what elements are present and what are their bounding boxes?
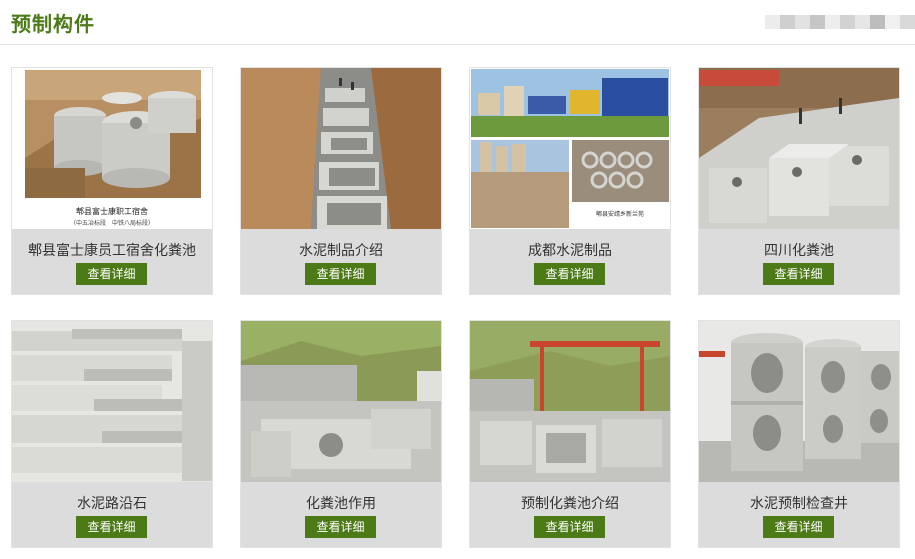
page-title: 预制构件 xyxy=(11,12,95,36)
product-card[interactable]: 四川化粪池 查看详细 xyxy=(698,67,900,295)
photo-subcaption: （中五冶标段 中铁八局标段） xyxy=(70,219,154,227)
product-card[interactable]: 郫县富士康职工宿舍 （中五冶标段 中铁八局标段） 郫县富士康员工宿舍化粪池 查看… xyxy=(11,67,213,295)
product-name[interactable]: 水泥预制检查井 xyxy=(699,493,899,513)
product-card[interactable]: 郫县安靖乡新兰苑 成都水泥制品 查看详细 xyxy=(469,67,671,295)
product-image[interactable] xyxy=(12,321,212,482)
strip-tile xyxy=(810,15,825,29)
product-card[interactable]: 预制化粪池介绍 查看详细 xyxy=(469,320,671,548)
product-card[interactable]: 化粪池作用 查看详细 xyxy=(240,320,442,548)
product-image[interactable] xyxy=(699,68,899,229)
product-image[interactable]: 郫县富士康职工宿舍 （中五冶标段 中铁八局标段） xyxy=(12,68,212,229)
product-name[interactable]: 预制化粪池介绍 xyxy=(470,493,670,513)
photo-caption: 郫县安靖乡新兰苑 xyxy=(596,210,644,218)
section-header: 预制构件 xyxy=(0,0,915,45)
product-name[interactable]: 化粪池作用 xyxy=(241,493,441,513)
product-card[interactable]: 水泥预制检查井 查看详细 xyxy=(698,320,900,548)
strip-tile xyxy=(780,15,795,29)
product-name[interactable]: 水泥制品介绍 xyxy=(241,240,441,260)
photo-caption: 郫县富士康职工宿舍 xyxy=(76,206,148,216)
decorative-pixel-strip xyxy=(765,15,915,29)
strip-tile xyxy=(885,15,900,29)
strip-tile xyxy=(870,15,885,29)
strip-tile xyxy=(855,15,870,29)
product-image[interactable] xyxy=(241,321,441,482)
product-card[interactable]: 水泥路沿石 查看详细 xyxy=(11,320,213,548)
strip-tile xyxy=(900,15,915,29)
strip-tile xyxy=(825,15,840,29)
product-name[interactable]: 郫县富士康员工宿舍化粪池 xyxy=(12,240,212,260)
view-details-button[interactable]: 查看详细 xyxy=(305,263,376,285)
product-name[interactable]: 水泥路沿石 xyxy=(12,493,212,513)
view-details-button[interactable]: 查看详细 xyxy=(763,263,834,285)
view-details-button[interactable]: 查看详细 xyxy=(76,516,147,538)
product-name[interactable]: 四川化粪池 xyxy=(699,240,899,260)
product-image[interactable]: 郫县安靖乡新兰苑 xyxy=(470,68,670,229)
view-details-button[interactable]: 查看详细 xyxy=(534,263,605,285)
strip-tile xyxy=(840,15,855,29)
product-card[interactable]: 水泥制品介绍 查看详细 xyxy=(240,67,442,295)
view-details-button[interactable]: 查看详细 xyxy=(76,263,147,285)
product-image[interactable] xyxy=(241,68,441,229)
view-details-button[interactable]: 查看详细 xyxy=(763,516,834,538)
product-name[interactable]: 成都水泥制品 xyxy=(470,240,670,260)
product-image[interactable] xyxy=(470,321,670,482)
strip-tile xyxy=(795,15,810,29)
product-image[interactable] xyxy=(699,321,899,482)
view-details-button[interactable]: 查看详细 xyxy=(534,516,605,538)
strip-tile xyxy=(765,15,780,29)
view-details-button[interactable]: 查看详细 xyxy=(305,516,376,538)
